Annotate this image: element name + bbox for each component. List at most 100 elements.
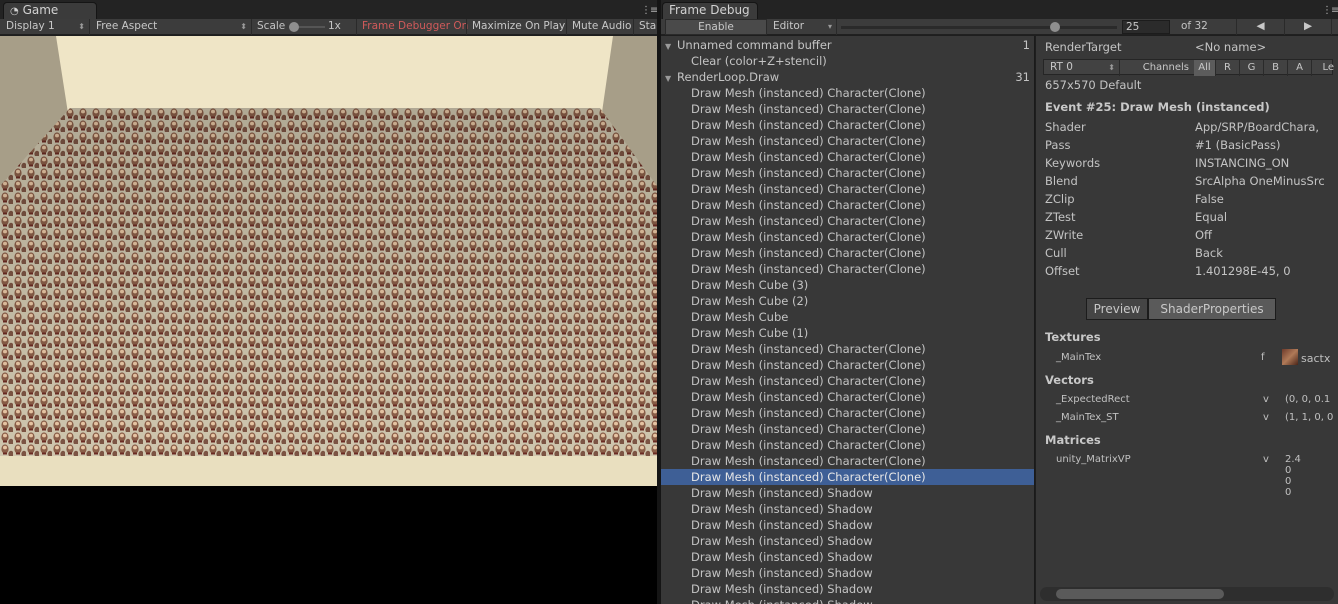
texture-row: _MainTex f sactx xyxy=(1056,349,1330,365)
game-viewport[interactable] xyxy=(0,36,657,604)
channel-g-button[interactable]: G xyxy=(1240,60,1264,76)
levels-slider[interactable]: Le xyxy=(1314,60,1334,76)
event-row[interactable]: Clear (color+Z+stencil) xyxy=(661,53,1034,69)
event-row[interactable]: Draw Mesh (instanced) Character(Clone) xyxy=(661,421,1034,437)
target-label: Editor xyxy=(773,20,805,32)
vector-name: _ExpectedRect xyxy=(1056,394,1130,405)
frame-debugger-toggle[interactable]: Frame Debugger On xyxy=(356,19,473,35)
event-list[interactable]: ▼ Unnamed command buffer 1 ▼ RenderLoop.Dra… xyxy=(661,36,1035,604)
channel-b-button[interactable]: B xyxy=(1264,60,1288,76)
event-row-label: Draw Mesh Cube (1) xyxy=(691,326,809,340)
event-row[interactable]: Draw Mesh (instanced) Character(Clone) xyxy=(661,469,1034,485)
scrollbar-thumb[interactable] xyxy=(1056,589,1224,599)
event-total-label: of 32 xyxy=(1181,20,1208,32)
event-row[interactable]: Draw Mesh (instanced) Shadow xyxy=(661,485,1034,501)
event-row-label: Draw Mesh (instanced) Character(Clone) xyxy=(691,150,926,164)
next-event-button[interactable]: ▶ xyxy=(1284,19,1332,35)
event-row[interactable]: Draw Mesh (instanced) Character(Clone) xyxy=(661,181,1034,197)
event-row-label: Draw Mesh (instanced) Character(Clone) xyxy=(691,230,926,244)
event-row[interactable]: Draw Mesh (instanced) Shadow xyxy=(661,517,1034,533)
resolution-row: 657x570 Default xyxy=(1045,76,1335,94)
event-row[interactable]: Draw Mesh (instanced) Character(Clone) xyxy=(661,85,1034,101)
rt-dropdown[interactable]: RT 0 ⬍ xyxy=(1044,60,1120,76)
game-tab[interactable]: ◔ Game xyxy=(3,2,97,19)
group-row[interactable]: ▼ Unnamed command buffer 1 xyxy=(661,37,1034,53)
maximize-on-play-toggle[interactable]: Maximize On Play xyxy=(466,19,570,35)
event-row-label: Draw Mesh (instanced) Character(Clone) xyxy=(691,166,926,180)
event-title: Event #25: Draw Mesh (instanced) xyxy=(1045,100,1270,114)
channel-a-button[interactable]: A xyxy=(1288,60,1312,76)
previous-event-button[interactable]: ◀ xyxy=(1236,19,1284,35)
tab-shader-properties[interactable]: ShaderProperties xyxy=(1148,298,1276,320)
event-row[interactable]: Draw Mesh (instanced) Character(Clone) xyxy=(661,261,1034,277)
event-row[interactable]: Draw Mesh (instanced) Character(Clone) xyxy=(661,165,1034,181)
event-row-label: Draw Mesh (instanced) Character(Clone) xyxy=(691,134,926,148)
display-dropdown-label: Display 1 xyxy=(6,20,55,32)
event-row-label: Draw Mesh Cube xyxy=(691,310,789,324)
event-row[interactable]: Draw Mesh (instanced) Character(Clone) xyxy=(661,213,1034,229)
event-row-label: Draw Mesh (instanced) Character(Clone) xyxy=(691,198,926,212)
detail-row: Pass #1 (BasicPass) xyxy=(1045,136,1335,154)
event-row-label: Draw Mesh (instanced) Shadow xyxy=(691,502,873,516)
event-row[interactable]: Draw Mesh (instanced) Shadow xyxy=(661,533,1034,549)
target-dropdown[interactable]: Editor ▾ xyxy=(767,19,837,35)
channel-all-button[interactable]: All xyxy=(1194,60,1216,76)
channel-toolbar: RT 0 ⬍ Channels All R G B A Le xyxy=(1043,59,1334,76)
event-row-label: Draw Mesh (instanced) Character(Clone) xyxy=(691,182,926,196)
event-row[interactable]: Draw Mesh (instanced) Character(Clone) xyxy=(661,373,1034,389)
event-row-label: Draw Mesh (instanced) Character(Clone) xyxy=(691,102,926,116)
texture-thumbnail[interactable] xyxy=(1282,349,1298,365)
enable-button[interactable]: Enable xyxy=(665,19,767,35)
vector-name: _MainTex_ST xyxy=(1056,412,1119,423)
event-row[interactable]: Draw Mesh Cube (2) xyxy=(661,293,1034,309)
event-row[interactable]: Draw Mesh Cube xyxy=(661,309,1034,325)
event-slider-track[interactable] xyxy=(841,26,1117,29)
event-row[interactable]: Draw Mesh (instanced) Shadow xyxy=(661,501,1034,517)
event-row[interactable]: Draw Mesh (instanced) Character(Clone) xyxy=(661,341,1034,357)
event-row[interactable]: Draw Mesh (instanced) Shadow xyxy=(661,549,1034,565)
detail-value: Back xyxy=(1195,246,1223,260)
event-row[interactable]: Draw Mesh (instanced) Character(Clone) xyxy=(661,197,1034,213)
event-row[interactable]: Draw Mesh (instanced) Character(Clone) xyxy=(661,101,1034,117)
detail-value: #1 (BasicPass) xyxy=(1195,138,1281,152)
detail-row: Cull Back xyxy=(1045,244,1335,262)
event-row[interactable]: Draw Mesh (instanced) Shadow xyxy=(661,597,1034,604)
event-row-label: Draw Mesh (instanced) Character(Clone) xyxy=(691,470,926,484)
tab-preview[interactable]: Preview xyxy=(1086,298,1148,320)
event-row[interactable]: Draw Mesh (instanced) Character(Clone) xyxy=(661,245,1034,261)
frame-debug-tab[interactable]: Frame Debug xyxy=(662,2,758,19)
event-row-label: Draw Mesh (instanced) Shadow xyxy=(691,598,873,604)
event-row[interactable]: Draw Mesh (instanced) Character(Clone) xyxy=(661,229,1034,245)
event-row-label: Draw Mesh (instanced) Character(Clone) xyxy=(691,374,926,388)
event-row[interactable]: Draw Mesh (instanced) Character(Clone) xyxy=(661,437,1034,453)
aspect-dropdown[interactable]: Free Aspect ⬍ xyxy=(90,19,252,35)
channel-b-label: B xyxy=(1272,62,1279,73)
game-menu-icon[interactable]: ⋮≡ xyxy=(641,5,658,16)
detail-key: Keywords xyxy=(1045,156,1101,170)
channel-r-button[interactable]: R xyxy=(1216,60,1240,76)
event-row[interactable]: Draw Mesh (instanced) Character(Clone) xyxy=(661,453,1034,469)
event-row[interactable]: Draw Mesh (instanced) Character(Clone) xyxy=(661,149,1034,165)
detail-row: Shader App/SRP/BoardChara, xyxy=(1045,118,1335,136)
detail-key: Shader xyxy=(1045,120,1086,134)
triangle-left-icon: ◀ xyxy=(1256,20,1265,32)
frame-debug-menu-icon[interactable]: ⋮≡ xyxy=(1322,5,1338,16)
event-row[interactable]: Draw Mesh (instanced) Character(Clone) xyxy=(661,389,1034,405)
stats-toggle[interactable]: Sta xyxy=(633,19,656,35)
event-row[interactable]: Draw Mesh (instanced) Shadow xyxy=(661,565,1034,581)
event-row[interactable]: Draw Mesh (instanced) Character(Clone) xyxy=(661,117,1034,133)
event-row[interactable]: Draw Mesh (instanced) Character(Clone) xyxy=(661,357,1034,373)
display-dropdown[interactable]: Display 1 ⬍ xyxy=(0,19,90,35)
scale-slider-thumb[interactable] xyxy=(289,22,299,32)
horizontal-scrollbar[interactable] xyxy=(1040,587,1334,601)
event-row[interactable]: Draw Mesh (instanced) Character(Clone) xyxy=(661,405,1034,421)
group-name: RenderLoop.Draw xyxy=(677,70,780,84)
event-index-field[interactable] xyxy=(1122,20,1170,34)
event-row[interactable]: Draw Mesh Cube (3) xyxy=(661,277,1034,293)
group-row[interactable]: ▼ RenderLoop.Draw 31 xyxy=(661,69,1034,85)
event-row[interactable]: Draw Mesh (instanced) Character(Clone) xyxy=(661,133,1034,149)
event-row[interactable]: Draw Mesh Cube (1) xyxy=(661,325,1034,341)
event-slider-thumb[interactable] xyxy=(1050,22,1060,32)
mute-audio-toggle[interactable]: Mute Audio xyxy=(566,19,636,35)
event-row[interactable]: Draw Mesh (instanced) Shadow xyxy=(661,581,1034,597)
